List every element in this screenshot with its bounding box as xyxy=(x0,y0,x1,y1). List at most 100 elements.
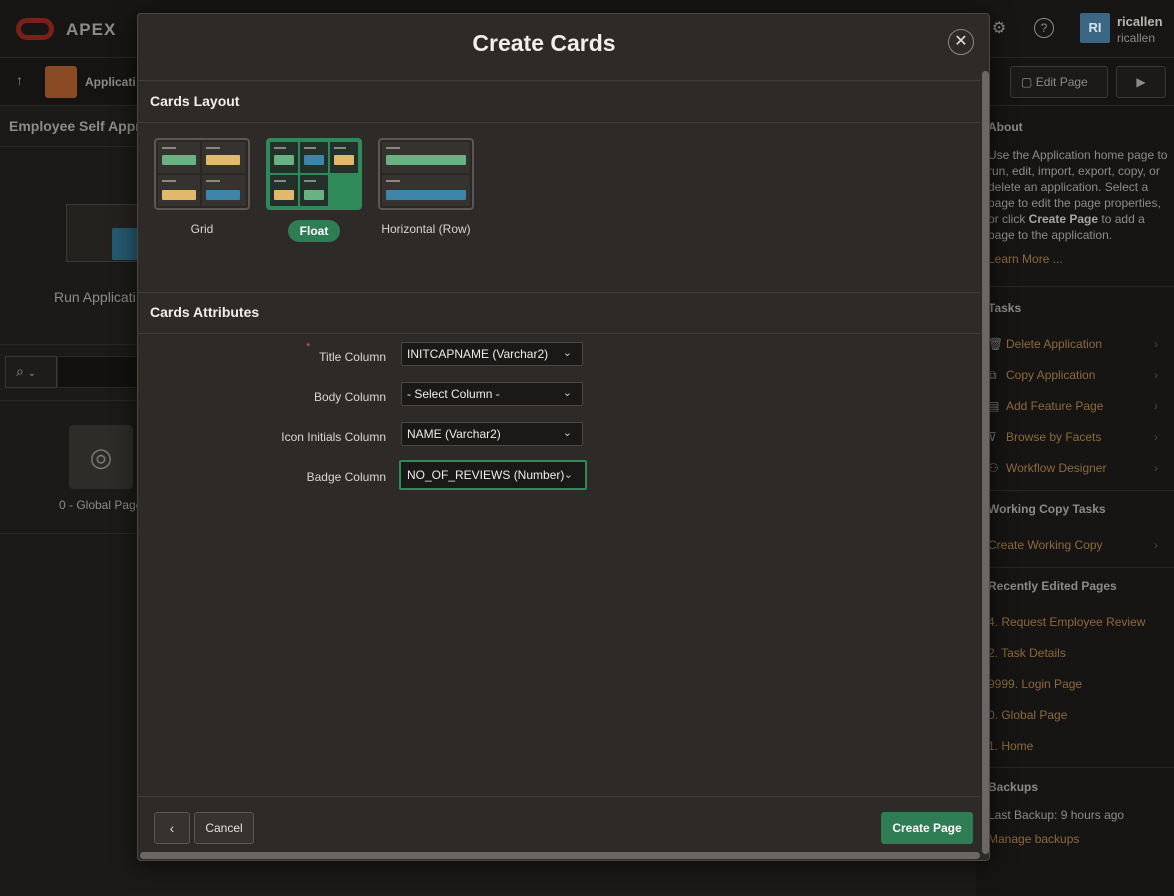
filter-icon: ⊽ xyxy=(988,430,997,444)
task-workflow-designer[interactable]: ⚇ Workflow Designer xyxy=(988,461,1106,475)
application-breadcrumb[interactable]: Applicati xyxy=(85,75,136,89)
about-text: Use the Application home page to run, ed… xyxy=(988,147,1168,243)
play-icon: ▶ xyxy=(1136,75,1146,89)
backups-heading: Backups xyxy=(988,780,1039,794)
run-page-button[interactable]: ▶ xyxy=(1116,66,1166,98)
body-column-row: Body Column - Select Column - ⌄ xyxy=(138,382,980,412)
horizontal-layout-icon xyxy=(378,138,474,210)
manage-backups-link[interactable]: Manage backups xyxy=(988,832,1079,846)
float-layout-icon xyxy=(266,138,362,210)
task-label: Workflow Designer xyxy=(1006,461,1107,475)
about-text-bold: Create Page xyxy=(1028,212,1099,226)
edit-page-button[interactable]: ▢ Edit Page 1 xyxy=(1010,66,1108,119)
chevron-right-icon: › xyxy=(1154,430,1158,444)
chevron-right-icon: › xyxy=(1154,368,1158,382)
recent-page-link[interactable]: 2. Task Details xyxy=(988,646,1066,660)
layout-option-grid[interactable]: Grid xyxy=(152,138,252,237)
application-icon xyxy=(45,66,77,98)
chevron-right-icon: › xyxy=(1154,461,1158,475)
learn-more-link[interactable]: Learn More ... xyxy=(988,252,1063,266)
trash-icon: 🗑 xyxy=(988,337,1004,351)
chevron-right-icon: › xyxy=(1154,399,1158,413)
user-avatar[interactable]: RI xyxy=(1080,13,1110,43)
close-icon[interactable]: ✕ xyxy=(948,29,974,55)
previous-button[interactable]: ‹ xyxy=(154,812,190,844)
layout-option-label: Grid xyxy=(190,222,214,236)
search-options-button[interactable]: ⌕ ⌄ xyxy=(5,356,57,388)
recent-page-link[interactable]: 0. Global Page xyxy=(988,708,1067,722)
select-value: - Select Column - xyxy=(407,387,500,401)
up-arrow-icon[interactable]: ↑ xyxy=(16,72,23,88)
add-page-icon: ▤ xyxy=(988,399,1000,413)
task-label: Delete Application xyxy=(1006,337,1103,351)
user-settings-icon[interactable]: ⚙ xyxy=(988,18,1010,40)
create-working-copy-link[interactable]: Create Working Copy xyxy=(988,538,1103,552)
layout-option-float[interactable]: Float xyxy=(264,138,364,242)
layout-option-label-selected: Float xyxy=(287,220,341,242)
copy-icon: ⧉ xyxy=(988,368,997,382)
recent-page-link[interactable]: 4. Request Employee Review xyxy=(988,615,1145,629)
badge-column-select[interactable]: NO_OF_REVIEWS (Number) ⌄ xyxy=(399,460,587,490)
last-backup-text: Last Backup: 9 hours ago xyxy=(988,808,1125,822)
brand-name[interactable]: APEX xyxy=(66,20,116,40)
recent-page-link[interactable]: 9999. Login Page xyxy=(988,677,1082,691)
task-delete-application[interactable]: 🗑 Delete Application xyxy=(988,337,1102,351)
layout-option-label: Horizontal (Row) xyxy=(381,222,471,236)
required-indicator: * xyxy=(306,341,311,353)
task-label: Browse by Facets xyxy=(1006,430,1102,444)
search-input[interactable] xyxy=(57,356,147,388)
about-heading: About xyxy=(988,120,1023,134)
task-browse-by-facets[interactable]: ⊽ Browse by Facets xyxy=(988,430,1101,444)
create-cards-dialog: Create Cards ✕ Cards Layout Grid Float H… xyxy=(137,13,990,861)
help-icon[interactable]: ? xyxy=(1034,18,1054,38)
divider xyxy=(976,490,1174,491)
oracle-logo-icon[interactable] xyxy=(16,18,54,40)
task-label: Copy Application xyxy=(1006,368,1096,382)
field-label: Badge Column xyxy=(306,470,386,484)
task-add-feature-page[interactable]: ▤ Add Feature Page xyxy=(988,399,1103,413)
chevron-down-icon: ⌄ xyxy=(563,469,573,481)
globe-icon[interactable]: ◎ xyxy=(69,425,133,489)
working-copy-heading: Working Copy Tasks xyxy=(988,502,1106,516)
search-icon: ⌕ xyxy=(16,363,24,379)
select-value: NO_OF_REVIEWS (Number) xyxy=(407,468,565,482)
task-copy-application[interactable]: ⧉ Copy Application xyxy=(988,368,1095,383)
chevron-right-icon: › xyxy=(1154,337,1158,351)
cards-attributes-heading: Cards Attributes xyxy=(138,292,980,334)
recent-pages-heading: Recently Edited Pages xyxy=(988,579,1117,593)
field-label: Title Column xyxy=(319,350,386,364)
icon-initials-column-select[interactable]: NAME (Varchar2) ⌄ xyxy=(401,422,583,446)
tasks-heading: Tasks xyxy=(988,301,1022,315)
dialog-title: Create Cards xyxy=(472,30,616,56)
badge-column-row: Badge Column NO_OF_REVIEWS (Number) ⌄ xyxy=(138,460,980,492)
recent-page-link[interactable]: 1. Home xyxy=(988,739,1033,753)
run-application-label[interactable]: Run Applicati xyxy=(54,289,136,305)
title-column-select[interactable]: INITCAPNAME (Varchar2) ⌄ xyxy=(401,342,583,366)
grid-layout-icon xyxy=(154,138,250,210)
body-column-select[interactable]: - Select Column - ⌄ xyxy=(401,382,583,406)
vertical-scrollbar[interactable] xyxy=(982,71,989,854)
layout-option-horizontal[interactable]: Horizontal (Row) xyxy=(376,138,476,237)
cards-layout-heading: Cards Layout xyxy=(138,81,980,123)
global-page-label[interactable]: 0 - Global Page xyxy=(59,498,142,512)
select-value: INITCAPNAME (Varchar2) xyxy=(407,347,549,361)
chevron-down-icon: ⌄ xyxy=(27,368,37,379)
page-icon: ▢ xyxy=(1021,75,1033,89)
divider xyxy=(976,286,1174,287)
horizontal-scrollbar[interactable] xyxy=(140,852,980,859)
task-label: Add Feature Page xyxy=(1006,399,1104,413)
dialog-header: Create Cards ✕ xyxy=(138,14,989,81)
select-value: NAME (Varchar2) xyxy=(407,427,501,441)
chevron-down-icon: ⌄ xyxy=(562,347,572,359)
chevron-down-icon: ⌄ xyxy=(562,427,572,439)
cancel-button[interactable]: Cancel xyxy=(194,812,254,844)
create-page-button[interactable]: Create Page xyxy=(881,812,973,844)
dialog-footer: ‹ Cancel Create Page xyxy=(138,796,980,858)
title-column-row: * Title Column INITCAPNAME (Varchar2) ⌄ xyxy=(138,341,980,372)
application-title: Employee Self Appr xyxy=(9,118,141,134)
chevron-right-icon: › xyxy=(1154,538,1158,552)
user-name[interactable]: ricallen xyxy=(1117,14,1163,29)
user-workspace: ricallen xyxy=(1117,31,1156,45)
workflow-icon: ⚇ xyxy=(988,461,999,475)
icon-initials-column-row: Icon Initials Column NAME (Varchar2) ⌄ xyxy=(138,422,980,452)
